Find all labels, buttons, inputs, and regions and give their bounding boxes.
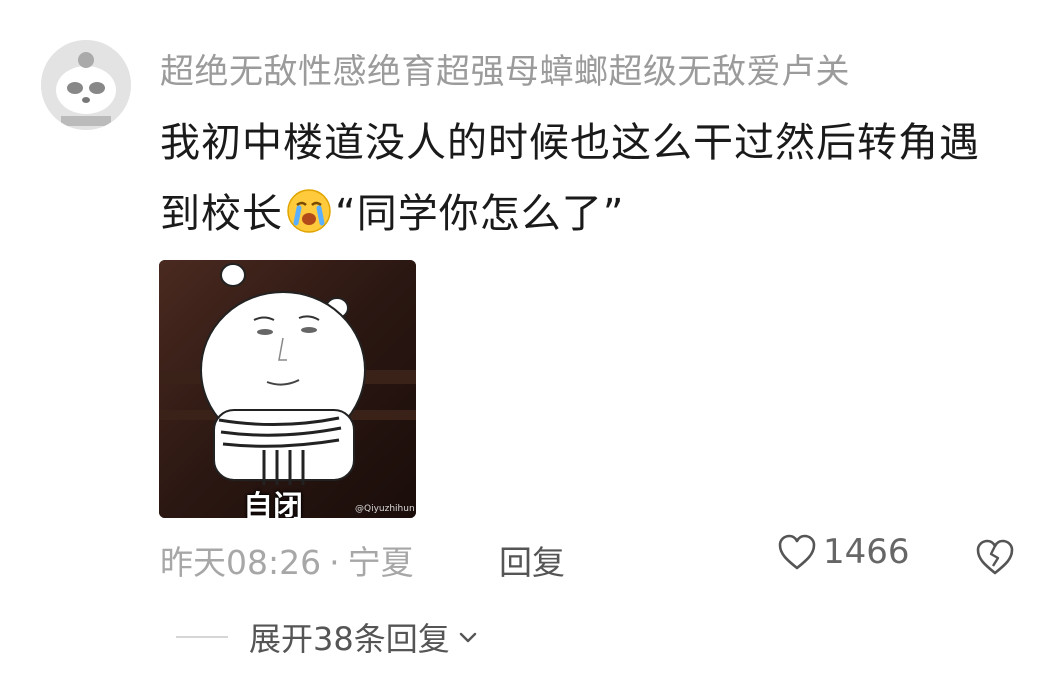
expand-replies-label: 展开38条回复 — [249, 620, 450, 658]
expand-divider-line — [176, 636, 228, 638]
heart-outline-icon — [778, 534, 816, 570]
dislike-button[interactable] — [975, 537, 1015, 577]
comment-username[interactable]: 超绝无敌性感绝育超强母蟑螂超级无敌爱卢关 — [160, 44, 850, 93]
user-avatar[interactable] — [41, 40, 131, 130]
like-count: 1466 — [823, 532, 910, 572]
comment-time: 昨天08:26 — [160, 543, 322, 582]
reply-button[interactable]: 回复 — [499, 536, 565, 584]
meta-separator: · — [329, 543, 340, 582]
comment-text: 我初中楼道没人的时候也这么干过然后转角遇到校长 “同学你怎么了” — [160, 108, 1020, 250]
comment-text-part2: “同学你怎么了” — [335, 191, 625, 237]
expand-replies-button[interactable]: 展开38条回复 — [249, 614, 480, 660]
sticker-caption: 自闭 — [243, 490, 303, 518]
chevron-down-icon — [459, 632, 476, 643]
sticker-watermark: @Qiyuzhihun — [355, 504, 415, 514]
panda-avatar-icon — [41, 40, 131, 130]
broken-heart-icon — [976, 539, 1014, 575]
sticker-meme-icon — [159, 260, 416, 518]
like-button[interactable]: 1466 — [777, 532, 910, 572]
comment-meta: 昨天08:26 · 宁夏 — [160, 536, 414, 584]
comment-location: 宁夏 — [347, 543, 414, 582]
sticker-image[interactable]: 自闭 @Qiyuzhihun — [159, 260, 416, 518]
crying-emoji-icon — [285, 187, 333, 235]
